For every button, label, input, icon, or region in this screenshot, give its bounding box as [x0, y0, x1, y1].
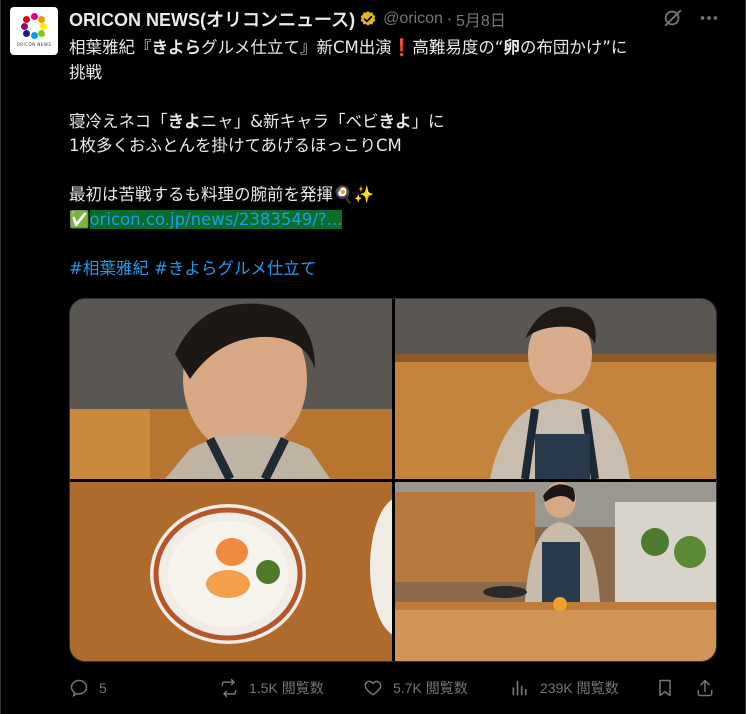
grok-icon[interactable]	[662, 7, 684, 29]
display-name[interactable]: ORICON NEWS(オリコンニュース)	[69, 6, 355, 32]
media-photo-2[interactable]	[395, 299, 716, 479]
action-bar: 5 1.5K 閲覧数 5.7K 閲覧数 239K 閲覧数	[69, 678, 719, 704]
reply-button[interactable]: 5	[69, 678, 107, 698]
photo-man-closeup	[70, 299, 392, 479]
hashtag-line: #相葉雅紀 #きよらグルメ仕立て	[69, 257, 719, 282]
check-mark-icon: ✅	[69, 209, 90, 229]
retweet-icon	[221, 678, 237, 698]
avatar-label: ORICON NEWS	[16, 42, 52, 47]
article-link[interactable]: oricon.co.jp/news/2383549/?...	[89, 209, 343, 229]
media-photo-1[interactable]	[70, 299, 392, 479]
text-line-3: 寝冷えネコ「きよニャ」&新キャラ「ベビきよ」に	[69, 110, 719, 135]
text-segment-bold: きよら	[151, 38, 202, 57]
text-segment: ニャ」&新キャラ「ベビ	[200, 111, 379, 131]
like-count: 5.7K 閲覧数	[393, 680, 468, 696]
text-line-5: 最初は苦戦するも料理の腕前を発揮🍳✨	[69, 185, 375, 204]
text-line-1: 相葉雅紀『きよらグルメ仕立て』新CM出演❗高難易度の“卵の布団かけ”に	[69, 36, 719, 61]
views-button[interactable]: 239K 閲覧数	[510, 678, 619, 698]
avatar[interactable]: ORICON NEWS	[10, 7, 58, 55]
text-line-2: 挑戦	[69, 62, 102, 82]
hashtag-link[interactable]: #相葉雅紀	[69, 259, 149, 278]
text-segment: 寝冷えネコ「	[69, 111, 168, 131]
link-line: ✅oricon.co.jp/news/2383549/?...	[69, 208, 719, 233]
media-grid[interactable]	[69, 298, 717, 662]
oricon-logo-icon	[21, 13, 47, 39]
handle[interactable]: @oricon	[383, 10, 443, 28]
text-segment: グルメ仕立て』新CM出演	[201, 38, 392, 57]
reply-icon	[70, 679, 88, 698]
media-photo-3[interactable]	[70, 482, 392, 661]
text-segment-bold: 卵	[503, 38, 520, 57]
tweet-text: 相葉雅紀『きよらグルメ仕立て』新CM出演❗高難易度の“卵の布団かけ”に 挑戦 寝…	[69, 36, 719, 281]
exclamation-icon: ❗	[391, 38, 413, 57]
media-photo-4[interactable]	[395, 482, 716, 661]
hashtag-link[interactable]: #きよらグルメ仕立て	[154, 259, 316, 278]
view-count: 239K 閲覧数	[540, 680, 619, 696]
text-segment: 高難易度の“	[412, 38, 504, 57]
share-icon	[697, 679, 713, 697]
retweet-button[interactable]: 1.5K 閲覧数	[219, 678, 324, 698]
tweet-card[interactable]: ORICON NEWS ORICON NEWS(オリコンニュース) @orico…	[0, 0, 746, 714]
share-button[interactable]	[695, 678, 725, 698]
text-segment: 」に	[411, 111, 445, 131]
text-segment: の布団かけ”に	[519, 38, 628, 57]
text-segment-bold: きよ	[167, 111, 201, 131]
separator: ·	[446, 9, 453, 29]
timestamp[interactable]: 5月8日	[456, 7, 506, 31]
reply-count: 5	[99, 680, 107, 696]
verified-icon[interactable]	[359, 10, 377, 28]
retweet-count: 1.5K 閲覧数	[249, 680, 324, 696]
photo-man-kitchen	[395, 299, 716, 479]
views-icon	[512, 680, 527, 696]
like-icon	[364, 680, 382, 696]
bookmark-icon	[659, 679, 671, 697]
photo-man-cooking	[395, 482, 716, 661]
bookmark-button[interactable]	[655, 678, 685, 698]
text-segment: 相葉雅紀『	[69, 38, 152, 57]
photo-plate-food	[70, 482, 392, 661]
more-icon[interactable]	[698, 7, 720, 29]
like-button[interactable]: 5.7K 閲覧数	[363, 678, 468, 698]
tweet-header: ORICON NEWS(オリコンニュース) @oricon · 5月8日	[69, 7, 506, 31]
text-segment-bold: きよ	[378, 111, 412, 131]
text-line-4: 1枚多くおふとんを掛けてあげるほっこりCM	[69, 136, 402, 155]
